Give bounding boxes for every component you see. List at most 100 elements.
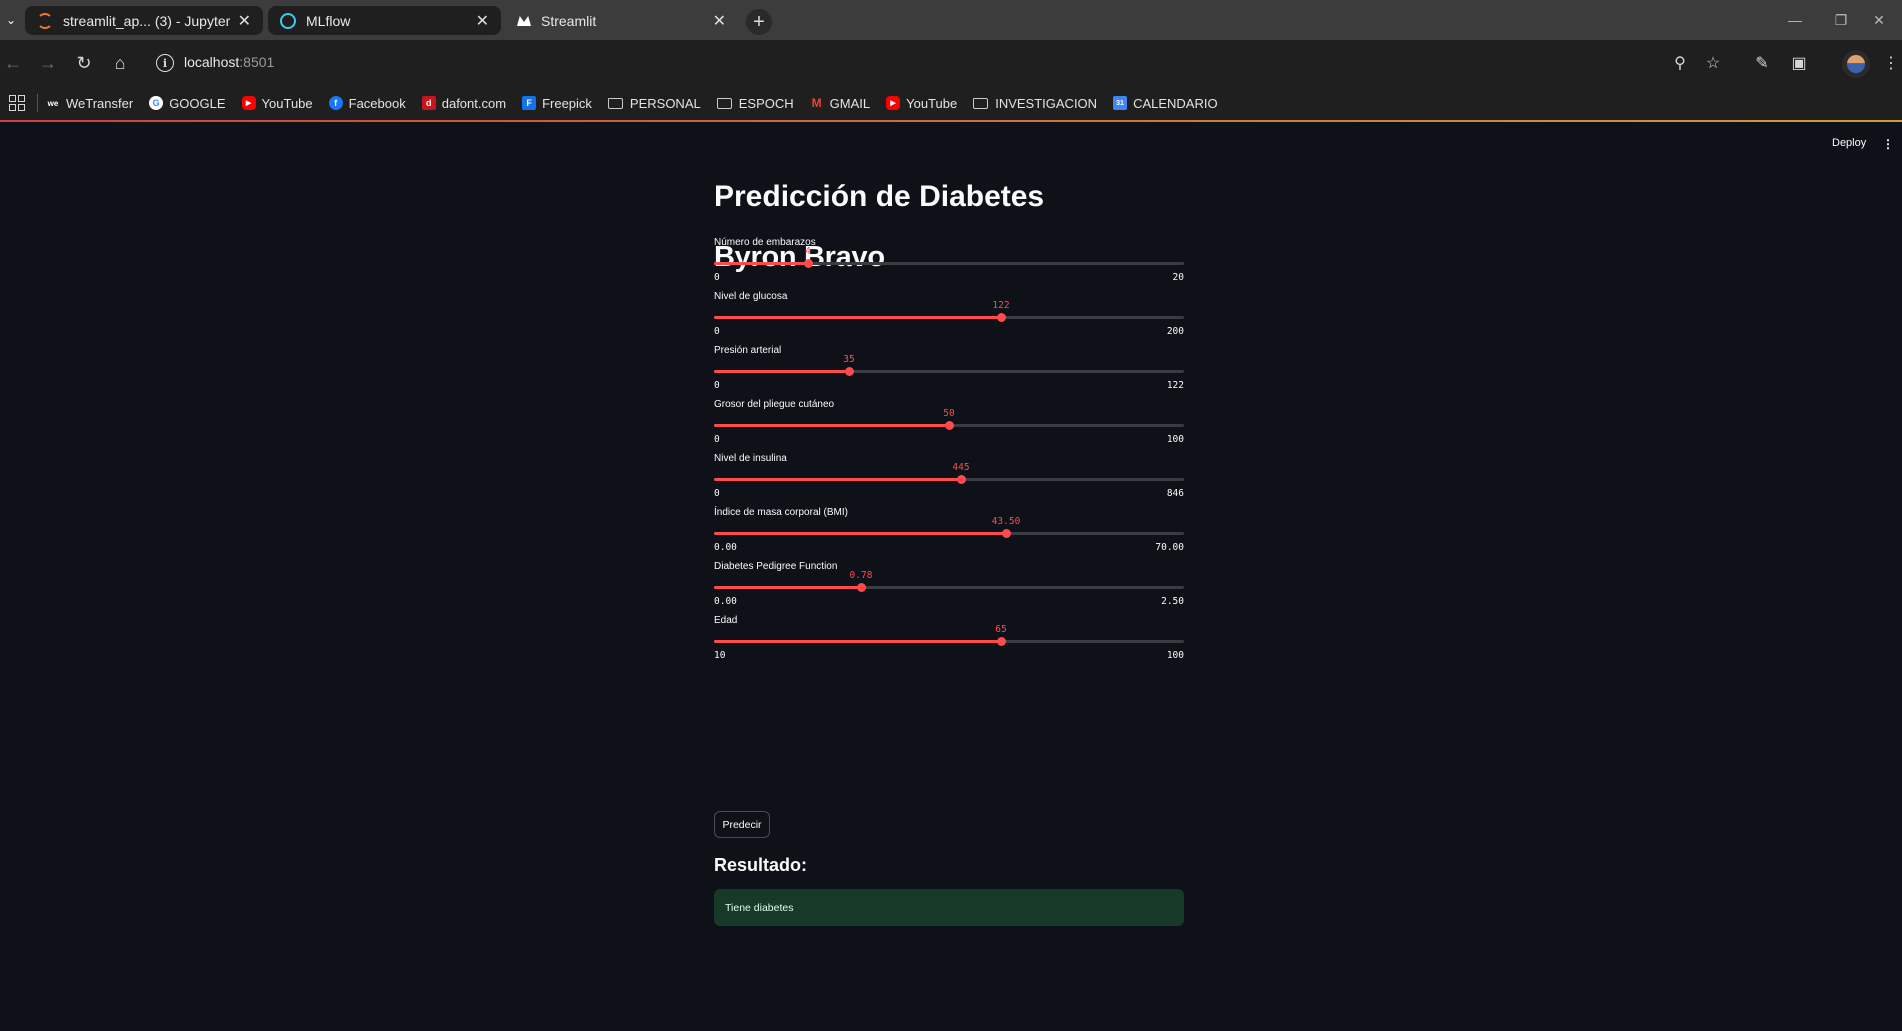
slider-thumb[interactable] — [997, 637, 1006, 646]
slider-5[interactable]: Nivel de insulina 445 0 846 — [714, 453, 1184, 513]
tab-search-chevron-icon[interactable]: ⌄ — [0, 8, 22, 32]
close-icon[interactable]: ✕ — [713, 11, 726, 31]
slider-thumb[interactable] — [857, 583, 866, 592]
extensions-icon[interactable]: ▣ — [1788, 52, 1810, 74]
gmail-icon: M — [811, 96, 822, 110]
streamlit-decoration-bar — [0, 120, 1902, 122]
slider-thumb[interactable] — [845, 367, 854, 376]
slider-thumb[interactable] — [957, 475, 966, 484]
bookmark-label: YouTube — [261, 95, 313, 111]
bookmark-label: PERSONAL — [629, 95, 701, 111]
bookmark-label: CALENDARIO — [1133, 95, 1218, 111]
slider-label: Nivel de glucosa — [714, 291, 788, 302]
tab-strip: ⌄ streamlit_ap... (3) - JupyterLab ✕ MLf… — [0, 0, 1902, 40]
bookmark-item[interactable]: 31 CALENDARIO — [1113, 96, 1218, 111]
bookmark-star-icon[interactable]: ☆ — [1702, 52, 1724, 74]
zoom-icon[interactable]: ⚲ — [1669, 52, 1691, 74]
slider-value: 35 — [843, 354, 855, 365]
tab-streamlit[interactable]: Streamlit ✕ — [505, 5, 738, 37]
bookmark-label: YouTube — [906, 95, 958, 111]
slider-min: 0.00 — [714, 596, 737, 607]
result-heading: Resultado: — [714, 855, 808, 875]
result-alert: Tiene diabetes — [714, 889, 1184, 926]
slider-label: Índice de masa corporal (BMI) — [714, 507, 848, 518]
app-menu-icon[interactable]: ⋮ — [1882, 137, 1894, 151]
slider-fill — [714, 586, 861, 589]
bookmark-item[interactable]: we WeTransfer — [46, 96, 133, 111]
predict-button[interactable]: Predecir — [714, 811, 770, 838]
jupyter-icon — [37, 12, 53, 29]
folder-icon — [607, 97, 623, 109]
slider-max: 2.50 — [1161, 596, 1184, 607]
slider-thumb[interactable] — [945, 421, 954, 430]
close-icon[interactable]: ✕ — [476, 11, 489, 31]
bookmark-item[interactable]: PERSONAL — [607, 95, 701, 111]
tab-mlflow[interactable]: MLflow ✕ — [268, 6, 501, 35]
slider-min: 10 — [714, 650, 726, 661]
slider-thumb[interactable] — [1002, 529, 1011, 538]
youtube-icon: ▶ — [886, 96, 901, 110]
url-port: :8501 — [239, 54, 275, 70]
folder-icon — [973, 97, 989, 109]
result-text: Tiene diabetes — [725, 901, 794, 914]
url-host: localhost — [184, 54, 240, 70]
deploy-button[interactable]: Deploy — [1832, 137, 1866, 149]
reload-button[interactable]: ↻ — [71, 50, 97, 76]
bookmark-item[interactable]: d dafont.com — [421, 95, 507, 111]
slider-max: 846 — [1166, 488, 1184, 499]
home-button[interactable]: ⌂ — [107, 50, 133, 76]
slider-4[interactable]: Grosor del pliegue cutáneo 50 0 100 — [714, 399, 1184, 459]
bookmark-item[interactable]: ▶ YouTube — [241, 95, 313, 111]
eyedropper-icon[interactable]: ✎ — [1751, 52, 1773, 74]
slider-7[interactable]: Diabetes Pedigree Function 0.78 0.00 2.50 — [714, 561, 1184, 621]
bookmark-item[interactable]: G GOOGLE — [149, 96, 226, 111]
folder-icon — [716, 97, 732, 109]
slider-fill — [714, 424, 949, 427]
slider-2[interactable]: Nivel de glucosa 122 0 200 — [714, 291, 1184, 351]
bookmark-item[interactable]: M GMAIL — [810, 96, 870, 111]
slider-8[interactable]: Edad 65 10 100 — [714, 615, 1184, 675]
slider-min: 0 — [714, 380, 720, 391]
slider-value: 65 — [995, 624, 1007, 635]
slider-fill — [714, 478, 961, 481]
slider-1[interactable]: Número de embarazos 4 0 20 — [714, 237, 1184, 297]
profile-avatar[interactable] — [1842, 50, 1870, 78]
bookmark-item[interactable]: f Facebook — [328, 95, 406, 111]
tab-title: streamlit_ap... (3) - JupyterLab — [63, 12, 230, 29]
slider-3[interactable]: Presión arterial 35 0 122 — [714, 345, 1184, 405]
apps-grid-icon[interactable] — [9, 95, 25, 111]
bookmark-item[interactable]: F Freepick — [522, 96, 592, 111]
slider-thumb[interactable] — [804, 259, 813, 268]
address-bar[interactable]: i localhost:8501 — [148, 46, 1758, 80]
close-window-button[interactable]: ✕ — [1856, 0, 1902, 40]
bookmark-label: dafont.com — [441, 95, 507, 111]
slider-min: 0 — [714, 488, 720, 499]
youtube-icon: ▶ — [241, 96, 256, 110]
slider-value: 122 — [992, 300, 1010, 311]
forward-button[interactable]: → — [35, 50, 61, 76]
minimize-button[interactable]: — — [1772, 0, 1818, 40]
slider-min: 0 — [714, 326, 720, 337]
slider-thumb[interactable] — [997, 313, 1006, 322]
bookmark-item[interactable]: INVESTIGACION — [973, 96, 1097, 111]
tab-jupyterlab[interactable]: streamlit_ap... (3) - JupyterLab ✕ — [25, 6, 263, 35]
slider-label: Número de embarazos — [714, 237, 816, 248]
bookmark-item[interactable]: ESPOCH — [716, 96, 794, 111]
facebook-icon: f — [328, 96, 343, 110]
new-tab-button[interactable]: + — [746, 9, 772, 35]
slider-label: Presión arterial — [714, 345, 782, 356]
bookmark-label: INVESTIGACION — [995, 95, 1098, 111]
slider-value: 445 — [952, 462, 970, 473]
browser-menu-icon[interactable]: ⋮ — [1880, 52, 1902, 74]
site-info-icon[interactable]: i — [156, 54, 174, 72]
slider-value: 43.50 — [991, 516, 1021, 527]
bookmark-label: Facebook — [348, 95, 406, 111]
bookmark-item[interactable]: ▶ YouTube — [886, 96, 957, 111]
tab-title: MLflow — [306, 12, 351, 29]
wetransfer-icon: we — [46, 96, 60, 110]
slider-6[interactable]: Índice de masa corporal (BMI) 43.50 0.00 70… — [714, 507, 1184, 567]
close-icon[interactable]: ✕ — [238, 11, 251, 31]
slider-value: 50 — [943, 408, 955, 419]
streamlit-icon — [517, 16, 531, 26]
back-button[interactable]: ← — [0, 50, 26, 76]
